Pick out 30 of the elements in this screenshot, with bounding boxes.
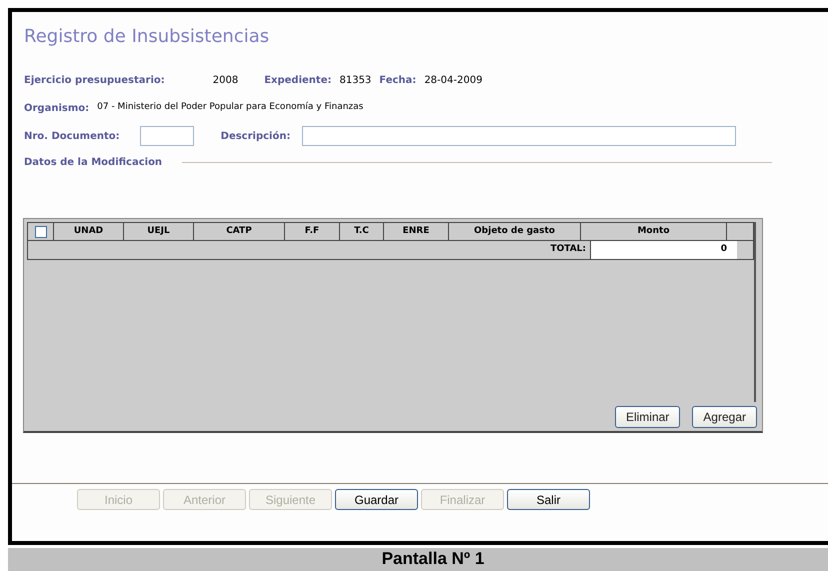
table-button[interactable]: Agregar xyxy=(692,406,757,428)
select-all-checkbox[interactable] xyxy=(34,226,46,238)
field-label: Nro. Documento: xyxy=(24,130,120,144)
field-label: Expediente: xyxy=(264,74,332,88)
column-header: ENRE xyxy=(384,223,449,240)
table-button[interactable]: Eliminar xyxy=(614,406,680,428)
field-value: 2008 xyxy=(212,74,238,88)
field-label: Ejercicio presupuestario: xyxy=(24,74,165,88)
text-field[interactable] xyxy=(140,126,194,146)
column-header: F.F xyxy=(285,223,340,240)
column-header: Objeto de gasto xyxy=(449,223,581,240)
field-value: 28-04-2009 xyxy=(424,74,482,88)
page-title: Registro de Insubsistencias xyxy=(24,25,270,49)
nav-button[interactable]: Guardar xyxy=(335,489,418,510)
nav-button[interactable]: Salir xyxy=(507,489,590,510)
column-header: UNAD xyxy=(54,223,124,240)
total-value: 0 xyxy=(591,241,737,259)
text-field[interactable] xyxy=(302,126,736,146)
column-header: Monto xyxy=(581,223,727,240)
field-label: Organismo: xyxy=(24,102,90,116)
total-label: TOTAL: xyxy=(550,243,586,256)
caption: Pantalla Nº 1 xyxy=(382,548,484,570)
field-value: 07 - Ministerio del Poder Popular para Economía y Finanzas xyxy=(97,101,364,114)
section-title: Datos de la Modificacion xyxy=(24,156,162,170)
column-header: UEJL xyxy=(124,223,194,240)
field-value: 81353 xyxy=(339,74,372,88)
column-header: CATP xyxy=(194,223,285,240)
column-header: T.C xyxy=(340,223,384,240)
field-label: Fecha: xyxy=(379,74,416,88)
field-label: Descripción: xyxy=(220,130,290,144)
